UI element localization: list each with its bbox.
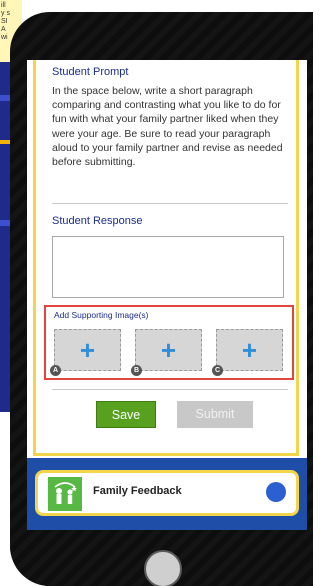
background-note-line: ill — [1, 2, 6, 9]
family-feedback-label: Family Feedback — [93, 485, 182, 497]
plus-icon: + — [79, 335, 96, 365]
plus-icon: + — [160, 335, 177, 365]
student-prompt-title: Student Prompt — [52, 66, 129, 78]
slot-tag: B — [131, 365, 142, 376]
section-divider — [52, 389, 288, 390]
image-slot-b[interactable]: + B — [131, 329, 202, 376]
status-indicator — [266, 482, 286, 502]
submit-button[interactable]: Submit — [177, 401, 253, 428]
supporting-images-label: Add Supporting Image(s) — [54, 310, 149, 320]
slot-tag: A — [50, 365, 61, 376]
section-divider — [52, 203, 288, 204]
save-button[interactable]: Save — [96, 401, 156, 428]
family-feedback-card[interactable]: Family Feedback — [35, 470, 299, 516]
student-response-input[interactable] — [52, 236, 284, 298]
student-prompt-text: In the space below, write a short paragr… — [52, 85, 283, 169]
family-icon — [48, 477, 82, 511]
plus-icon: + — [241, 335, 258, 365]
image-slot-a[interactable]: + A — [50, 329, 121, 376]
phone-frame: Student Prompt In the space below, write… — [10, 12, 313, 586]
student-response-title: Student Response — [52, 215, 143, 227]
activity-card: Student Prompt In the space below, write… — [33, 60, 299, 456]
slot-tag: C — [212, 365, 223, 376]
home-button[interactable] — [144, 550, 182, 586]
supporting-images-section: Add Supporting Image(s) + A + B + C — [44, 305, 294, 380]
image-slot-c[interactable]: + C — [212, 329, 283, 376]
phone-screen: Student Prompt In the space below, write… — [27, 60, 307, 530]
